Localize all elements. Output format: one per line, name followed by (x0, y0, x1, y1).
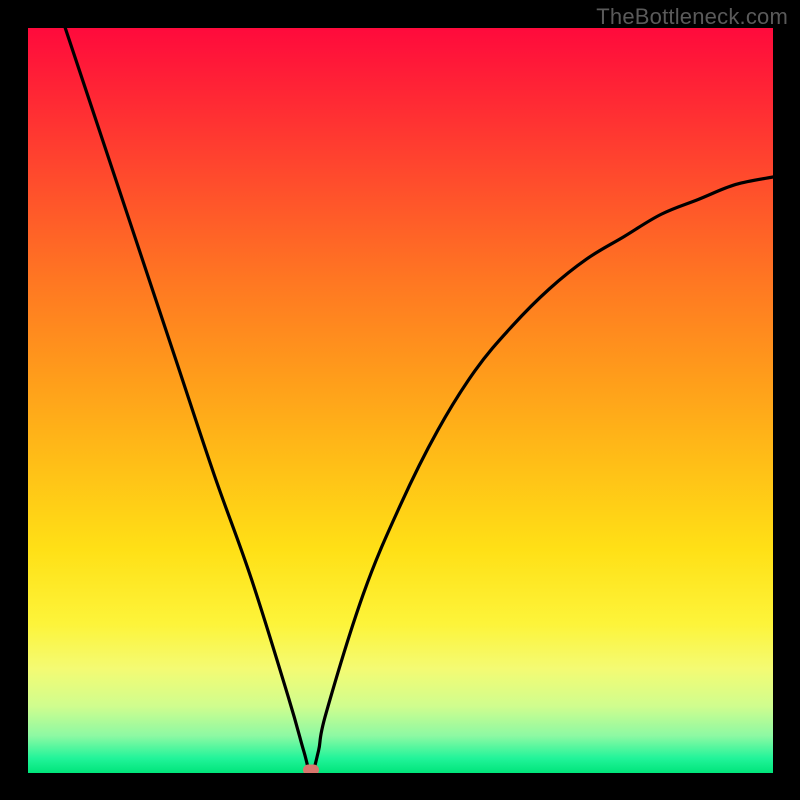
gradient-background (28, 28, 773, 773)
watermark-text: TheBottleneck.com (596, 4, 788, 30)
plot-area (28, 28, 773, 773)
optimum-marker (303, 765, 319, 774)
chart-frame: TheBottleneck.com (0, 0, 800, 800)
